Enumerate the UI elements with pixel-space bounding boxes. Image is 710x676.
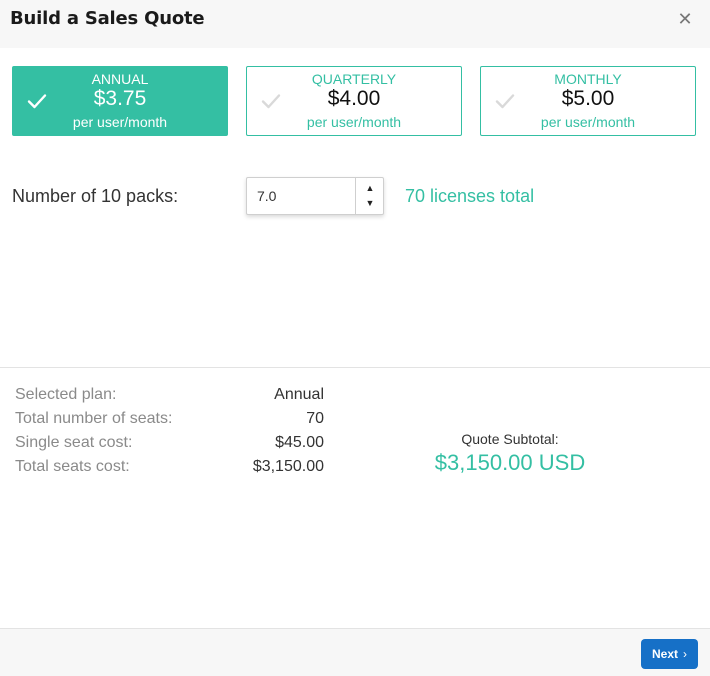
- plan-unit: per user/month: [540, 114, 636, 130]
- summary-label: Single seat cost:: [15, 434, 133, 451]
- plan-option-quarterly[interactable]: QUARTERLY $4.00 per user/month: [246, 66, 462, 136]
- plan-price: $5.00: [561, 87, 615, 110]
- packs-stepper: ▲ ▼: [246, 177, 384, 215]
- packs-label: Number of 10 packs:: [12, 186, 179, 206]
- plan-price: $3.75: [93, 87, 147, 110]
- stepper-arrows: ▲ ▼: [355, 178, 383, 214]
- summary-label: Total number of seats:: [15, 410, 173, 427]
- subtotal-value: $3,150.00 USD: [434, 450, 586, 475]
- plan-price: $4.00: [327, 87, 381, 110]
- plan-unit: per user/month: [72, 114, 168, 130]
- summary-row-total-cost: Total seats cost: $3,150.00: [15, 458, 335, 482]
- decrement-arrow-icon[interactable]: ▼: [356, 194, 384, 212]
- subtotal-label: Quote Subtotal:: [461, 431, 559, 447]
- plan-name: ANNUAL: [91, 71, 149, 87]
- dialog-title: Build a Sales Quote: [10, 8, 205, 29]
- plan-name: QUARTERLY: [311, 71, 397, 87]
- summary-value: Annual: [274, 386, 324, 403]
- licenses-total: 70 licenses total: [405, 186, 535, 206]
- plan-option-annual[interactable]: ANNUAL $3.75 per user/month: [12, 66, 228, 136]
- chevron-right-icon: ›: [683, 647, 687, 661]
- summary-label: Selected plan:: [15, 386, 117, 403]
- next-button[interactable]: Next ›: [641, 639, 698, 669]
- summary-value: $3,150.00: [252, 458, 324, 475]
- summary-row-seat-cost: Single seat cost: $45.00: [15, 434, 335, 458]
- dialog-header: Build a Sales Quote ✕: [0, 0, 710, 48]
- plan-options: ANNUAL $3.75 per user/month QUARTERLY $4…: [12, 66, 696, 136]
- section-divider: [0, 367, 710, 368]
- summary-value: $45.00: [275, 434, 324, 451]
- plan-name: MONTHLY: [554, 71, 622, 87]
- quote-summary: Selected plan: Annual Total number of se…: [15, 386, 335, 482]
- next-button-label: Next: [651, 647, 678, 661]
- plan-option-monthly[interactable]: MONTHLY $5.00 per user/month: [480, 66, 696, 136]
- close-icon[interactable]: ✕: [674, 8, 696, 30]
- summary-row-seats: Total number of seats: 70: [15, 410, 335, 434]
- packs-input[interactable]: [247, 178, 355, 214]
- sales-quote-dialog: Build a Sales Quote ✕ ANNUAL $3.75 per u…: [0, 0, 710, 676]
- plan-unit: per user/month: [306, 114, 402, 130]
- summary-label: Total seats cost:: [15, 458, 130, 475]
- summary-value: 70: [306, 410, 324, 427]
- dialog-footer: [0, 629, 710, 676]
- summary-row-plan: Selected plan: Annual: [15, 386, 335, 410]
